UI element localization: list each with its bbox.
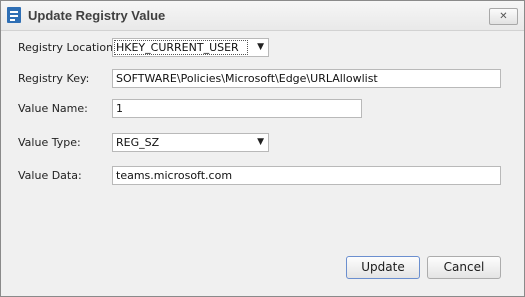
- registry-location-label: Registry Location:: [18, 41, 117, 54]
- registry-key-value: SOFTWARE\Policies\Microsoft\Edge\URLAllo…: [116, 72, 378, 85]
- title-bar: Update Registry Value ✕: [1, 1, 524, 31]
- update-registry-value-dialog: Update Registry Value ✕ Registry Locatio…: [0, 0, 525, 297]
- value-name-label: Value Name:: [18, 102, 88, 115]
- value-name-input[interactable]: 1: [112, 99, 362, 118]
- value-type-select[interactable]: REG_SZ ▼: [112, 133, 269, 152]
- close-icon: ✕: [499, 11, 508, 22]
- value-data-value: teams.microsoft.com: [116, 169, 233, 182]
- value-name-value: 1: [116, 102, 123, 115]
- chevron-down-icon[interactable]: ▼: [257, 137, 264, 147]
- value-type-value: REG_SZ: [116, 136, 160, 149]
- registry-location-value: HKEY_CURRENT_USER: [116, 41, 239, 54]
- registry-key-label: Registry Key:: [18, 72, 90, 85]
- close-button[interactable]: ✕: [489, 8, 518, 25]
- dialog-title: Update Registry Value: [28, 8, 166, 23]
- value-data-input[interactable]: teams.microsoft.com: [112, 166, 501, 185]
- value-data-label: Value Data:: [18, 169, 82, 182]
- registry-location-select[interactable]: HKEY_CURRENT_USER ▼: [112, 38, 269, 57]
- cancel-button[interactable]: Cancel: [427, 256, 501, 279]
- chevron-down-icon[interactable]: ▼: [257, 42, 264, 52]
- value-type-label: Value Type:: [18, 136, 81, 149]
- registry-editor-icon: [7, 7, 21, 23]
- update-button[interactable]: Update: [346, 256, 420, 279]
- registry-key-input[interactable]: SOFTWARE\Policies\Microsoft\Edge\URLAllo…: [112, 69, 501, 88]
